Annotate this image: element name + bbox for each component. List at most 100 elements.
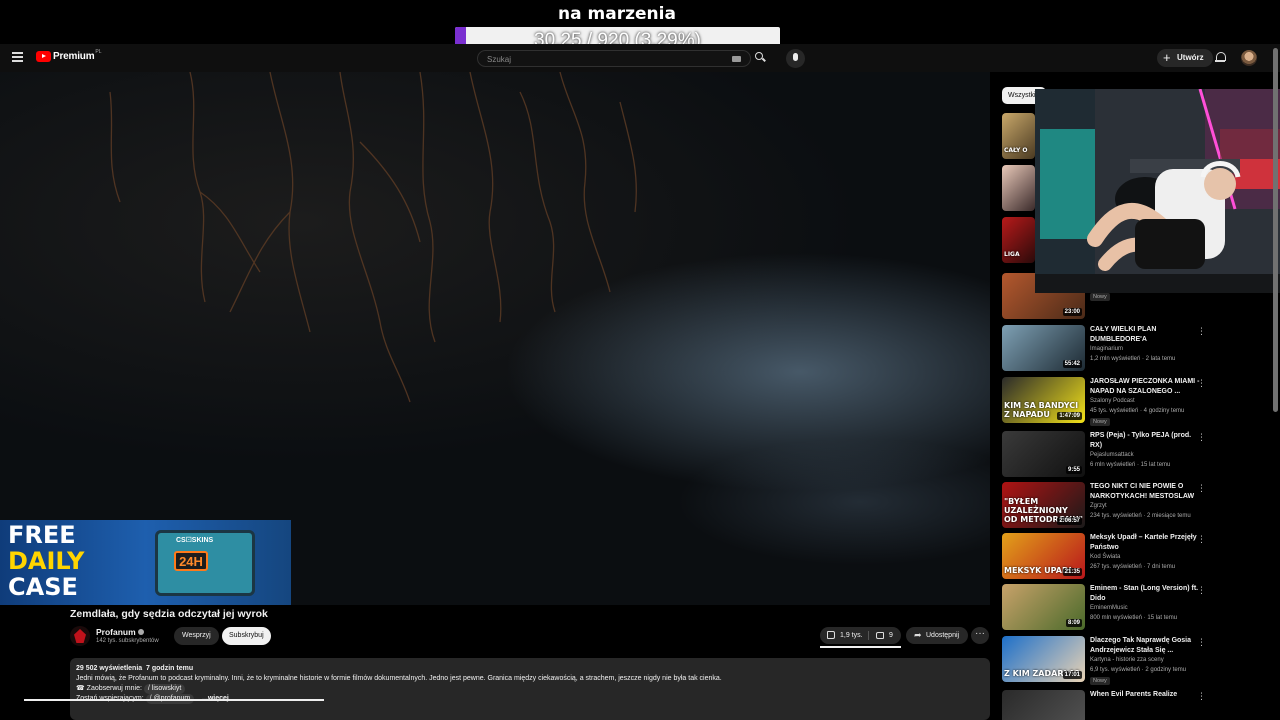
recommendation-thumbnail[interactable]: MEKSYK UPADŁ 21:35: [1002, 533, 1085, 579]
create-button[interactable]: + Utwórz: [1157, 49, 1213, 67]
recommendation-title[interactable]: RPS (Peja) - Tylko PEJA (prod. RX): [1090, 431, 1200, 451]
view-count: 29 502 wyświetlenia: [76, 665, 143, 672]
bottom-progress-line: [24, 699, 324, 701]
more-options-icon[interactable]: ⋮: [1197, 327, 1206, 336]
top-header: Premium PL + Utwórz: [0, 44, 1280, 72]
recommendation-channel[interactable]: Pejaslumsattack: [1090, 452, 1134, 458]
recommendation-title[interactable]: When Evil Parents Realize: [1090, 690, 1200, 700]
plus-icon: +: [1163, 50, 1171, 65]
recommendation-thumbnail[interactable]: [1002, 690, 1085, 720]
recommendation-item[interactable]: Z KIM ZADARŁA? 17:01 Dlaczego Tak Naprawdę…: [1002, 636, 1212, 686]
new-badge: Nowy: [1090, 293, 1110, 301]
more-options-icon[interactable]: ⋮: [1197, 484, 1206, 493]
more-options-icon[interactable]: ⋮: [1197, 379, 1206, 388]
recommendation-title[interactable]: TEGO NIKT CI NIE POWIE O NARKOTYKACH! ME…: [1090, 482, 1200, 502]
crate-timer: 24H: [174, 551, 208, 571]
share-icon: ➦: [914, 630, 922, 640]
recommendation-channel[interactable]: EminemMusic: [1090, 605, 1128, 611]
thumbnail-caption: LIGA: [1004, 251, 1020, 258]
recommendation-title[interactable]: CAŁY WIELKI PLAN DUMBLEDORE'A: [1090, 325, 1200, 345]
recommendation-item[interactable]: MEKSYK UPADŁ 21:35 Meksyk Upadł – Kartele …: [1002, 533, 1212, 583]
recommendation-channel[interactable]: Zgrzyt: [1090, 503, 1107, 509]
keyboard-icon[interactable]: [732, 56, 741, 62]
follow-handle-link[interactable]: / lisowskiyt: [143, 684, 186, 694]
share-button[interactable]: ➦ Udostępnij: [906, 627, 969, 644]
duration-badge: 55:42: [1062, 360, 1082, 368]
duration-badge: 23:00: [1062, 308, 1082, 316]
recommendation-channel[interactable]: Szalony Podcast: [1090, 398, 1135, 404]
recommendation-item[interactable]: LIGA: [1002, 217, 1035, 267]
recommendation-item[interactable]: CAŁY O: [1002, 113, 1035, 163]
recommendation-thumbnail[interactable]: 8:09: [1002, 584, 1085, 630]
recommendation-channel[interactable]: Imaginarium: [1090, 346, 1123, 352]
dislike-button[interactable]: 9: [869, 627, 901, 644]
channel-avatar[interactable]: [70, 626, 90, 646]
create-label: Utwórz: [1177, 53, 1204, 62]
support-button[interactable]: Wesprzyj: [174, 627, 219, 645]
ad-headline: FREE DAILY CASE: [8, 522, 84, 600]
recommendation-title[interactable]: Meksyk Upadł – Kartele Przejęły Państwo: [1090, 533, 1200, 553]
recommendation-thumbnail[interactable]: Z KIM ZADARŁA? 17:01: [1002, 636, 1085, 682]
logo-country: PL: [95, 48, 102, 55]
voice-search-button[interactable]: [786, 49, 805, 68]
dislike-count: 9: [889, 632, 893, 639]
youtube-premium-logo[interactable]: Premium PL: [36, 48, 102, 62]
more-options-icon[interactable]: ⋮: [1197, 433, 1206, 442]
goal-title: na marzenia: [558, 4, 676, 24]
description-box[interactable]: 29 502 wyświetlenia 7 godzin temu Jedni …: [70, 658, 990, 720]
recommendation-meta: 800 mln wyświetleń · 15 lat temu: [1090, 615, 1178, 621]
verified-icon: [137, 629, 144, 635]
recommendation-channel[interactable]: Kartyna - historie zza sceny: [1090, 657, 1164, 663]
description-follow-line: ☎ Zaobserwuj mnie: / lisowskiyt: [76, 684, 984, 694]
like-count: 1,9 tys.: [840, 632, 863, 639]
recommendation-thumbnail[interactable]: KIM SA BANDYCI Z NAPADU 1:47:09: [1002, 377, 1085, 423]
recommendation-item[interactable]: KIM SA BANDYCI Z NAPADU 1:47:09 JAROSŁAW P…: [1002, 377, 1212, 427]
like-button[interactable]: 1,9 tys.: [820, 627, 868, 644]
recommendation-thumbnail[interactable]: [1002, 165, 1035, 211]
search-box: [477, 50, 751, 67]
duration-badge: 1:47:09: [1057, 412, 1082, 420]
recommendation-thumbnail[interactable]: 55:42: [1002, 325, 1085, 371]
search-input[interactable]: [487, 53, 727, 65]
posted-time: 7 godzin temu: [146, 665, 194, 672]
free-daily-case-ad[interactable]: FREE DAILY CASE CS⚀SKINS 24H: [0, 520, 291, 605]
channel-name-link[interactable]: Profanum: [96, 627, 144, 637]
recommendation-item[interactable]: [1002, 165, 1035, 215]
hamburger-menu-icon[interactable]: [12, 52, 23, 62]
description-text: Jedni mówią, że Profanum to podcast krym…: [76, 675, 722, 682]
recommendation-thumbnail[interactable]: "BYŁEM UZALEŻNIONY OD METODRONU" 2:06:57: [1002, 482, 1085, 528]
youtube-logo-icon: [36, 51, 51, 62]
recommendation-thumbnail[interactable]: LIGA: [1002, 217, 1035, 263]
ad-line-2: DAILY: [8, 547, 85, 575]
recommendation-item[interactable]: When Evil Parents Realize ⋮: [1002, 690, 1212, 720]
duration-badge: 17:01: [1062, 671, 1082, 679]
notifications-bell-icon[interactable]: [1215, 52, 1226, 63]
page-scrollbar[interactable]: [1273, 48, 1278, 412]
more-options-icon[interactable]: ⋮: [1197, 586, 1206, 595]
recommendation-item[interactable]: "BYŁEM UZALEŻNIONY OD METODRONU" 2:06:57 T…: [1002, 482, 1212, 532]
recommendation-item[interactable]: 8:09 Eminem - Stan (Long Version) ft. Did…: [1002, 584, 1212, 634]
video-player[interactable]: FREE DAILY CASE CS⚀SKINS 24H: [0, 72, 990, 605]
channel-name: Profanum: [96, 627, 136, 637]
subscribe-button[interactable]: Subskrybuj: [222, 627, 271, 645]
thumb-up-icon: [827, 631, 835, 639]
account-avatar[interactable]: [1241, 50, 1257, 66]
recommendation-thumbnail[interactable]: CAŁY O: [1002, 113, 1035, 159]
recommendation-item[interactable]: 9:55 RPS (Peja) - Tylko PEJA (prod. RX) Pe…: [1002, 431, 1212, 481]
recommendation-item[interactable]: 55:42 CAŁY WIELKI PLAN DUMBLEDORE'A Imagin…: [1002, 325, 1212, 375]
more-options-icon[interactable]: ⋮: [1197, 638, 1206, 647]
like-ratio-underline: [820, 646, 901, 648]
crate-icon: CS⚀SKINS 24H: [155, 530, 255, 596]
recommendation-title[interactable]: Eminem - Stan (Long Version) ft. Dido: [1090, 584, 1200, 604]
more-options-icon[interactable]: ⋮: [1197, 692, 1206, 701]
recommendation-title[interactable]: JAROSŁAW PIECZONKA MIAMI - NAPAD NA SZAL…: [1090, 377, 1200, 397]
thumbnail-caption: CAŁY O: [1004, 147, 1028, 154]
recommendation-title[interactable]: Dlaczego Tak Naprawdę Gosia Andrzejewicz…: [1090, 636, 1200, 656]
search-button[interactable]: [752, 50, 770, 67]
logo-text: Premium: [53, 51, 95, 62]
recommendation-channel[interactable]: Kod Świata: [1090, 554, 1120, 560]
more-actions-button[interactable]: ···: [971, 627, 989, 644]
more-options-icon[interactable]: ⋮: [1197, 535, 1206, 544]
recommendation-thumbnail[interactable]: 9:55: [1002, 431, 1085, 477]
streamer-webcam-overlay: [1035, 89, 1280, 293]
